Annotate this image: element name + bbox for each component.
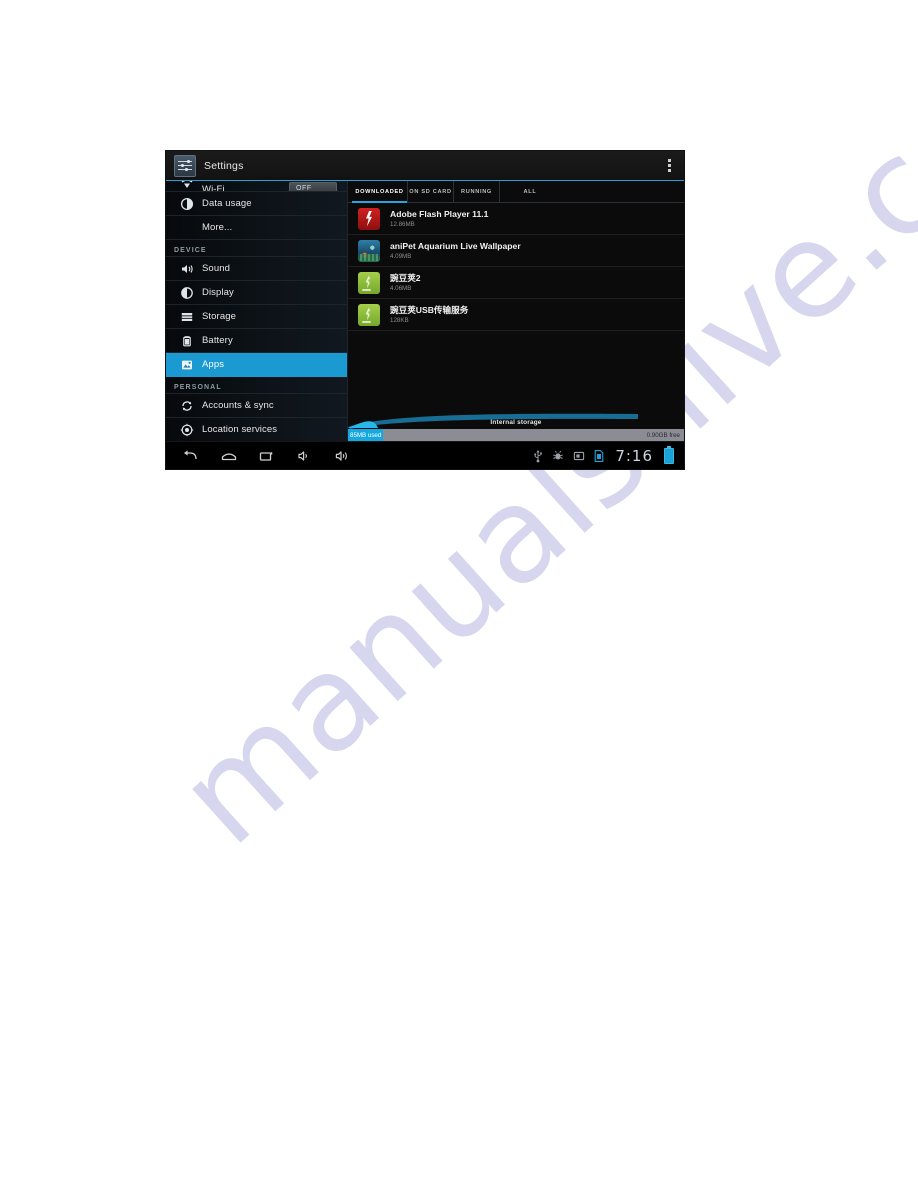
list-item[interactable]: 豌豆荚USB传输服务 128KB xyxy=(348,299,684,331)
app-size: 4.06MB xyxy=(390,284,412,292)
sd-card-icon xyxy=(594,449,604,463)
wifi-icon xyxy=(180,181,194,191)
home-icon[interactable] xyxy=(210,442,248,470)
apps-content-pane: DOWNLOADED ON SD CARD RUNNING ALL Adobe … xyxy=(348,181,684,441)
sidebar-item-label: Accounts & sync xyxy=(202,400,274,411)
apps-icon xyxy=(180,358,194,372)
app-name: 豌豆荚USB传输服务 xyxy=(390,304,469,315)
battery-full-icon xyxy=(664,445,674,464)
apps-tab-bar[interactable]: DOWNLOADED ON SD CARD RUNNING ALL xyxy=(348,181,684,203)
sidebar-item-label: Sound xyxy=(202,263,230,274)
usb-debug-icon xyxy=(552,449,564,463)
status-icons: 7:16 xyxy=(533,445,678,465)
sidebar-item-sound[interactable]: Sound xyxy=(166,257,347,281)
app-size: 12.86MB xyxy=(390,220,415,228)
list-item[interactable]: 豌豆荚2 4.06MB xyxy=(348,267,684,299)
sidebar-item-display[interactable]: Display xyxy=(166,281,347,305)
tab-on-sd-card[interactable]: ON SD CARD xyxy=(408,181,454,202)
sidebar-item-label: Wi-Fi xyxy=(202,184,225,192)
screenshot-icon xyxy=(573,450,585,462)
tab-downloaded[interactable]: DOWNLOADED xyxy=(352,181,408,203)
sidebar-item-storage[interactable]: Storage xyxy=(166,305,347,329)
tablet-screenshot: Settings Wi-Fi OFF Data usage More... DE… xyxy=(165,150,685,470)
status-clock: 7:16 xyxy=(615,446,653,465)
settings-body: Wi-Fi OFF Data usage More... DEVICE Soun… xyxy=(166,181,684,441)
settings-sliders-icon xyxy=(174,154,196,177)
sidebar-section-device: DEVICE xyxy=(166,240,347,257)
sidebar-item-label: More... xyxy=(202,222,233,233)
sound-icon xyxy=(180,262,194,276)
storage-progress-bar: 85MB used 0.90GB free xyxy=(348,429,684,441)
sidebar-section-label: PERSONAL xyxy=(174,384,222,391)
sidebar-section-personal: PERSONAL xyxy=(166,377,347,394)
system-navigation-bar[interactable]: 7:16 xyxy=(166,441,684,469)
sidebar-item-more[interactable]: More... xyxy=(166,216,347,240)
storage-summary: Internal storage 85MB used 0.90GB free xyxy=(348,413,684,441)
volume-up-icon[interactable] xyxy=(324,442,362,470)
storage-free-label: 0.90GB free xyxy=(646,431,680,439)
sidebar-item-label: Location services xyxy=(202,424,278,435)
tab-running[interactable]: RUNNING xyxy=(454,181,500,202)
sidebar-item-label: Data usage xyxy=(202,198,252,209)
location-icon xyxy=(180,423,194,437)
recent-apps-icon[interactable] xyxy=(248,442,286,470)
app-size: 4.09MB xyxy=(390,252,412,260)
list-item[interactable]: aniPet Aquarium Live Wallpaper 4.09MB xyxy=(348,235,684,267)
storage-icon xyxy=(180,310,194,324)
sidebar-item-label: Battery xyxy=(202,335,233,346)
sidebar-item-label: Storage xyxy=(202,311,236,322)
settings-action-bar: Settings xyxy=(166,151,684,181)
wifi-toggle-switch[interactable]: OFF xyxy=(289,182,337,191)
adobe-flash-icon xyxy=(358,207,380,230)
anipet-aquarium-icon xyxy=(358,239,380,262)
storage-used-label: 85MB used xyxy=(350,431,382,439)
app-name: Adobe Flash Player 11.1 xyxy=(390,208,489,219)
battery-icon xyxy=(180,334,194,348)
sidebar-item-location-services[interactable]: Location services xyxy=(166,418,347,441)
sidebar-item-data-usage[interactable]: Data usage xyxy=(166,192,347,216)
sidebar-item-apps[interactable]: Apps xyxy=(166,353,347,377)
wandoujia-icon xyxy=(358,271,380,294)
tab-all[interactable]: ALL xyxy=(500,181,560,202)
data-usage-icon xyxy=(180,197,194,211)
app-name: 豌豆荚2 xyxy=(390,272,421,283)
settings-sidebar[interactable]: Wi-Fi OFF Data usage More... DEVICE Soun… xyxy=(166,181,348,441)
app-name: aniPet Aquarium Live Wallpaper xyxy=(390,240,521,251)
storage-title: Internal storage xyxy=(490,419,542,426)
overflow-menu-icon[interactable] xyxy=(662,155,676,177)
list-item[interactable]: Adobe Flash Player 11.1 12.86MB xyxy=(348,203,684,235)
display-icon xyxy=(180,286,194,300)
sidebar-item-wifi[interactable]: Wi-Fi OFF xyxy=(166,181,347,192)
page-title: Settings xyxy=(204,159,244,172)
sync-icon xyxy=(180,399,194,413)
sidebar-item-label: Apps xyxy=(202,359,225,370)
usb-icon xyxy=(533,449,543,463)
sidebar-item-label: Display xyxy=(202,287,234,298)
app-size: 128KB xyxy=(390,316,409,324)
app-list[interactable]: Adobe Flash Player 11.1 12.86MB aniPet A… xyxy=(348,203,684,331)
wandoujia-usb-icon xyxy=(358,303,380,326)
sidebar-item-battery[interactable]: Battery xyxy=(166,329,347,353)
sidebar-item-accounts-sync[interactable]: Accounts & sync xyxy=(166,394,347,418)
sidebar-section-label: DEVICE xyxy=(174,247,207,254)
back-arrow-icon[interactable] xyxy=(172,442,210,470)
volume-down-icon[interactable] xyxy=(286,442,324,470)
